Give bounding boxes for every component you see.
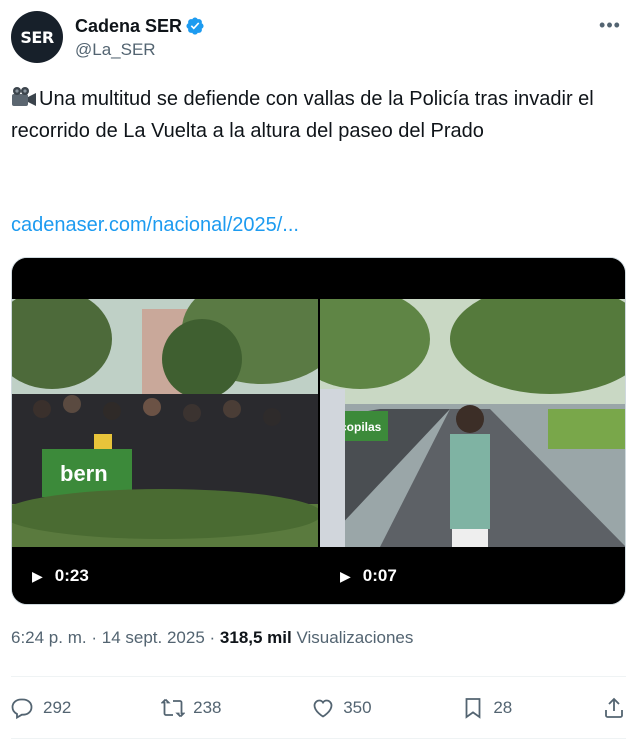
video-2-duration: 0:07 xyxy=(362,566,397,585)
banner-text-1: bern xyxy=(60,461,108,486)
meta-separator: · xyxy=(91,628,98,647)
video-1-thumbnail: bern xyxy=(12,299,318,547)
video-1[interactable]: bern ▶ 0:23 xyxy=(12,258,318,604)
author-names: Cadena SER @La_SER xyxy=(75,11,205,61)
like-count: 350 xyxy=(343,698,372,717)
tweet-time[interactable]: 6:24 p. m. xyxy=(11,628,87,647)
repost-icon xyxy=(161,698,186,718)
reply-button[interactable]: 292 xyxy=(11,696,71,720)
divider-bottom xyxy=(11,738,626,739)
media-grid: bern ▶ 0:23 copilas ▶ 0:07 xyxy=(11,257,626,605)
video-1-duration-badge: ▶ 0:23 xyxy=(32,566,89,586)
video-2-duration-badge: ▶ 0:07 xyxy=(340,566,397,586)
play-icon: ▶ xyxy=(340,567,351,584)
views-label: Visualizaciones xyxy=(296,628,414,647)
repost-count: 238 xyxy=(193,698,222,717)
tweet-body: Una multitud se defiende con vallas de l… xyxy=(11,88,594,142)
repost-button[interactable]: 238 xyxy=(161,696,221,720)
heart-icon xyxy=(313,699,333,718)
tweet-meta: 6:24 p. m. · 14 sept. 2025 · 318,5 mil V… xyxy=(11,627,413,649)
play-icon: ▶ xyxy=(32,567,43,584)
tweet-header: SER Cadena SER @La_SER ••• xyxy=(11,11,626,65)
video-camera-emoji-icon xyxy=(12,87,36,106)
meta-separator: · xyxy=(209,628,216,647)
views-count: 318,5 mil xyxy=(219,628,292,647)
like-button[interactable]: 350 xyxy=(311,696,372,720)
reply-count: 292 xyxy=(43,698,72,717)
handle[interactable]: @La_SER xyxy=(75,39,205,61)
bookmark-button[interactable]: 28 xyxy=(461,696,512,720)
video-2[interactable]: copilas ▶ 0:07 xyxy=(320,258,625,604)
tweet-text: Una multitud se defiende con vallas de l… xyxy=(11,83,611,147)
divider-top xyxy=(11,676,626,677)
banner-text-2: copilas xyxy=(340,420,382,434)
share-icon xyxy=(605,697,623,718)
more-options-icon[interactable]: ••• xyxy=(598,13,622,37)
bookmark-icon xyxy=(465,698,481,719)
bookmark-count: 28 xyxy=(493,698,513,717)
action-bar: 292 238 350 28 xyxy=(11,690,626,726)
verified-badge-icon xyxy=(186,17,204,35)
video-2-thumbnail: copilas xyxy=(320,299,625,547)
avatar-logo-text: SER xyxy=(20,27,54,47)
avatar[interactable]: SER xyxy=(11,11,63,63)
share-button[interactable] xyxy=(602,696,626,720)
display-name[interactable]: Cadena SER xyxy=(75,15,182,37)
tweet-link[interactable]: cadenaser.com/nacional/2025/... xyxy=(11,210,299,240)
video-1-duration: 0:23 xyxy=(54,566,89,585)
reply-icon xyxy=(11,698,33,720)
tweet-date[interactable]: 14 sept. 2025 xyxy=(102,628,205,647)
